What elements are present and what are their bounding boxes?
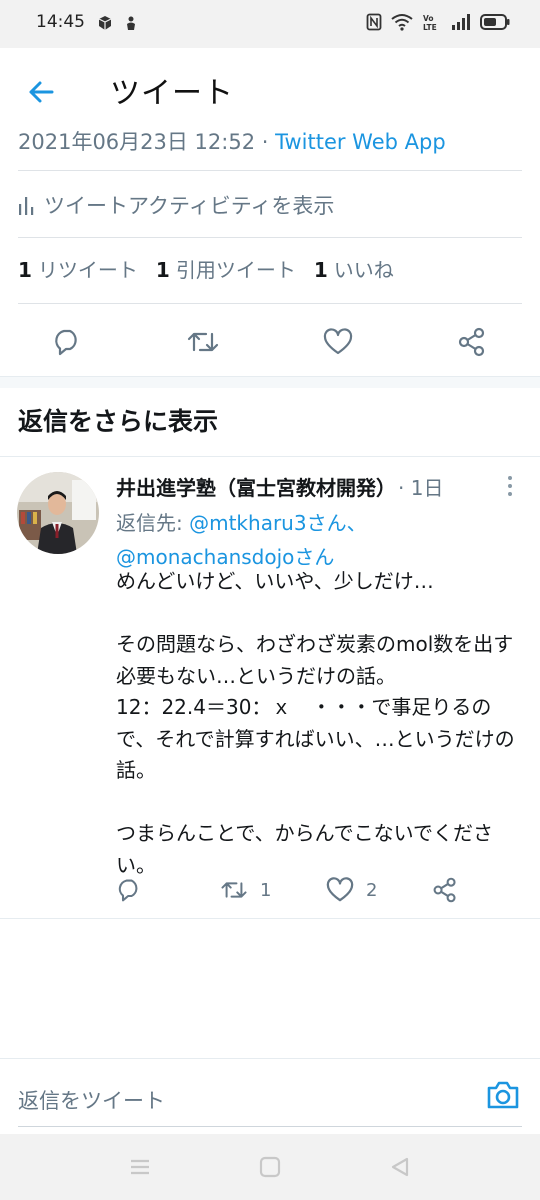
- volte-icon: Vo LTE: [423, 14, 437, 31]
- status-bar: 14:45 Vo LTE: [0, 0, 540, 48]
- divider: [18, 170, 522, 171]
- reply-reply-button[interactable]: [116, 874, 142, 906]
- status-icons: Vo LTE: [366, 13, 510, 31]
- reply-icon: [55, 329, 77, 356]
- svg-text:LTE: LTE: [423, 23, 437, 31]
- compose-bar: 返信をツイート: [0, 1058, 540, 1134]
- tweet-timestamp: 2021年06月23日 12:52: [18, 130, 256, 154]
- svg-text:Vo: Vo: [423, 14, 434, 23]
- quote-tweets-label: 引用ツイート: [175, 258, 296, 282]
- more-options-button[interactable]: [500, 472, 520, 500]
- reply-input[interactable]: 返信をツイート: [18, 1085, 165, 1115]
- battery-icon: [480, 14, 510, 30]
- back-nav-icon[interactable]: [388, 1156, 412, 1178]
- divider: [18, 237, 522, 238]
- retweets-count: 1: [18, 258, 32, 282]
- share-icon: [458, 327, 485, 357]
- reply-icon: [118, 879, 138, 902]
- reply-actions: 1 2: [0, 872, 540, 908]
- quote-tweets-stat[interactable]: 1 引用ツイート: [156, 254, 296, 283]
- status-time: 14:45: [36, 12, 85, 32]
- reply-header: 井出進学塾（富士宮教材開発） · 1日: [116, 472, 443, 501]
- reply-share-button[interactable]: [432, 874, 458, 906]
- divider: [0, 456, 540, 457]
- like-icon: [323, 328, 353, 355]
- kebab-dot: [508, 492, 512, 496]
- signal-icon: [452, 14, 470, 30]
- input-underline: [18, 1126, 522, 1127]
- back-button[interactable]: [18, 70, 64, 114]
- reply-like-button[interactable]: 2: [326, 874, 377, 906]
- tweet-meta: 2021年06月23日 12:52 · Twitter Web App: [18, 126, 446, 156]
- retweet-icon: [221, 882, 247, 898]
- reply-to-line: 返信先: @mtkharu3さん、 @monachansdojoさん: [116, 506, 516, 574]
- retweet-count: 1: [260, 879, 272, 901]
- likes-count: 1: [313, 258, 328, 282]
- profile-photo: [17, 472, 99, 554]
- avatar[interactable]: [17, 472, 99, 554]
- nfc-icon: [366, 13, 382, 31]
- share-icon: [433, 877, 456, 903]
- retweet-button[interactable]: [183, 324, 223, 360]
- retweet-icon: [187, 332, 219, 352]
- retweets-label: リツイート: [37, 258, 138, 282]
- home-icon[interactable]: [258, 1156, 282, 1178]
- show-more-replies[interactable]: 返信をさらに表示: [18, 402, 218, 438]
- share-button[interactable]: [452, 324, 492, 360]
- tweet-activity-label: ツイートアクティビティを表示: [44, 194, 335, 218]
- app-notification-icon: [127, 16, 135, 30]
- reply-retweet-button[interactable]: 1: [220, 874, 271, 906]
- like-count: 2: [366, 879, 378, 901]
- likes-stat[interactable]: 1 いいね: [314, 254, 394, 283]
- meta-separator: ·: [255, 130, 276, 154]
- bar-chart-icon: [19, 197, 34, 215]
- like-icon: [326, 877, 354, 902]
- kebab-dot: [508, 484, 512, 488]
- arrow-left-icon: [29, 81, 54, 103]
- divider: [18, 303, 522, 304]
- tweet-actions: [0, 316, 540, 366]
- quote-tweets-count: 1: [155, 258, 170, 282]
- section-gap: [0, 376, 540, 388]
- tweet-client-link[interactable]: Twitter Web App: [275, 130, 446, 154]
- kebab-dot: [508, 476, 512, 480]
- tweet-activity-link[interactable]: ツイートアクティビティを表示: [18, 188, 334, 222]
- author-name[interactable]: 井出進学塾（富士宮教材開発）: [116, 476, 386, 500]
- mention-link[interactable]: @mtkharu3さん、: [189, 511, 366, 535]
- tweet-stats: 1 リツイート 1 引用ツイート 1 いいね: [18, 254, 394, 283]
- reply-text: めんどいけど、いいや、少しだけ… その問題なら、わざわざ炭素のmol数を出す必要…: [116, 569, 515, 877]
- camera-icon[interactable]: [486, 1079, 520, 1111]
- page-title: ツイート: [110, 76, 234, 111]
- reply-to-prefix: 返信先:: [116, 511, 190, 535]
- app-bar: ツイート: [0, 48, 540, 132]
- likes-label: いいね: [333, 258, 394, 282]
- cube-notification-icon: [98, 16, 112, 30]
- menu-icon[interactable]: [128, 1156, 152, 1178]
- divider: [0, 918, 540, 919]
- system-nav-bar: [0, 1134, 540, 1200]
- retweets-stat[interactable]: 1 リツイート: [18, 254, 138, 283]
- like-button[interactable]: [318, 324, 358, 360]
- wifi-icon: [391, 14, 413, 31]
- reply-time: · 1日: [398, 476, 444, 500]
- reply-button[interactable]: [47, 324, 87, 360]
